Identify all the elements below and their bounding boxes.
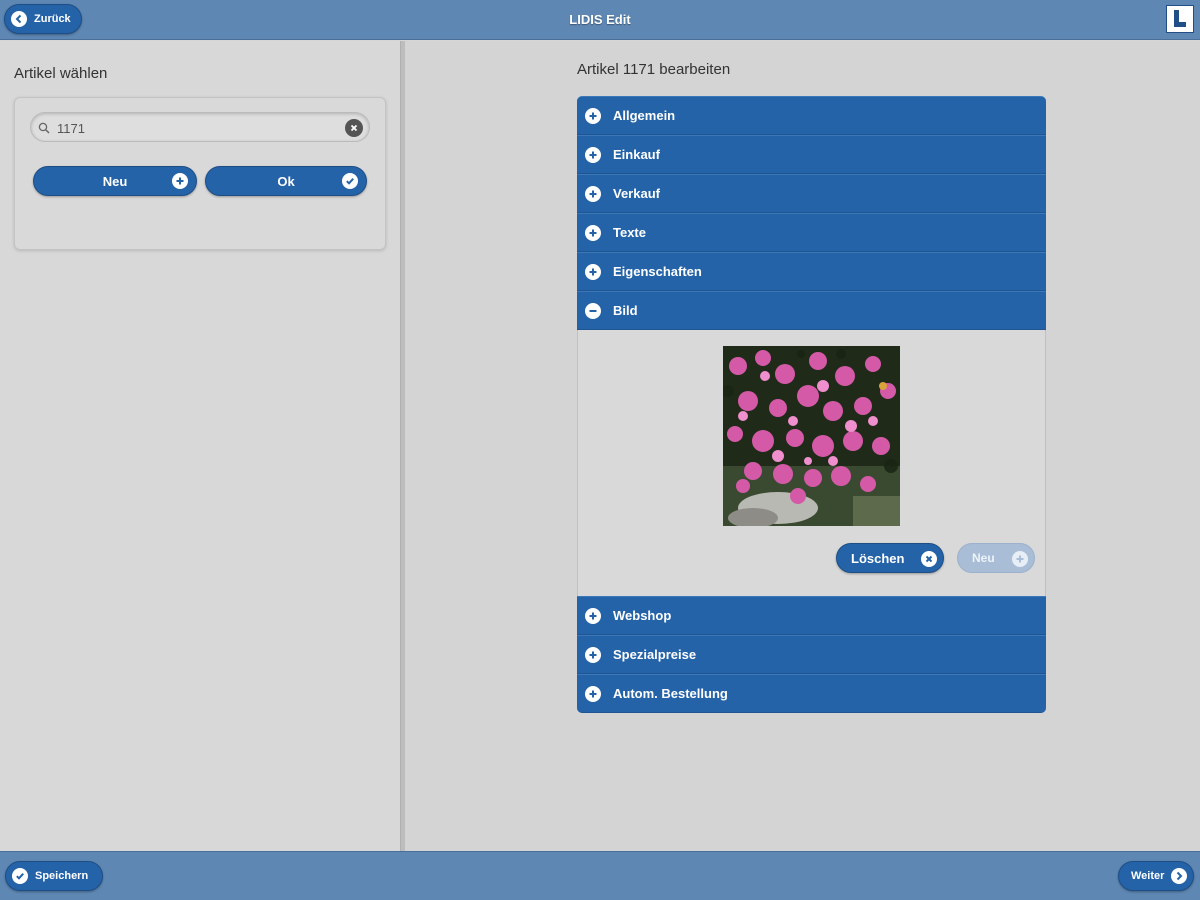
article-edit-pane: Artikel 1171 bearbeiten Allgemein Einkau… bbox=[405, 41, 1200, 851]
section-label: Eigenschaften bbox=[613, 264, 702, 279]
section-bild-content: Löschen Neu bbox=[577, 330, 1046, 596]
new-article-button[interactable]: Neu bbox=[33, 166, 197, 196]
plus-icon bbox=[585, 185, 601, 202]
plus-icon bbox=[585, 107, 601, 124]
save-button[interactable]: Speichern bbox=[5, 861, 103, 891]
article-select-pane: Artikel wählen Neu Ok bbox=[0, 41, 400, 851]
section-label: Spezialpreise bbox=[613, 647, 697, 662]
plus-icon bbox=[585, 224, 601, 241]
plus-icon bbox=[585, 646, 601, 663]
section-bild[interactable]: Bild bbox=[577, 291, 1046, 330]
section-spezialpreise[interactable]: Spezialpreise bbox=[577, 635, 1046, 674]
minus-icon bbox=[585, 302, 601, 319]
save-label: Speichern bbox=[35, 870, 89, 882]
section-label: Bild bbox=[613, 303, 638, 318]
check-icon bbox=[12, 868, 28, 884]
plus-icon bbox=[585, 607, 601, 624]
chevron-right-icon bbox=[1171, 868, 1187, 884]
plus-icon bbox=[585, 263, 601, 280]
section-label: Verkauf bbox=[613, 186, 660, 201]
section-label: Webshop bbox=[613, 608, 672, 623]
section-texte[interactable]: Texte bbox=[577, 213, 1046, 252]
footer-bar: Speichern Weiter bbox=[0, 851, 1200, 900]
edit-accordion: Allgemein Einkauf Verkauf Texte Eigensch… bbox=[577, 96, 1046, 713]
article-image bbox=[723, 346, 900, 526]
delete-image-label: Löschen bbox=[851, 550, 905, 566]
section-label: Allgemein bbox=[613, 108, 676, 123]
app-title: LIDIS Edit bbox=[569, 12, 631, 27]
select-title: Artikel wählen bbox=[14, 65, 108, 82]
section-label: Einkauf bbox=[613, 147, 660, 162]
search-input[interactable] bbox=[57, 119, 337, 137]
delete-image-button[interactable]: Löschen bbox=[836, 543, 944, 573]
clear-search-icon[interactable] bbox=[345, 119, 363, 137]
section-allgemein[interactable]: Allgemein bbox=[577, 96, 1046, 135]
section-webshop[interactable]: Webshop bbox=[577, 596, 1046, 635]
new-article-label: Neu bbox=[102, 173, 128, 189]
section-verkauf[interactable]: Verkauf bbox=[577, 174, 1046, 213]
new-image-label: Neu bbox=[972, 551, 995, 565]
edit-title: Artikel 1171 bearbeiten bbox=[577, 61, 731, 78]
plus-icon bbox=[585, 146, 601, 163]
logo-icon bbox=[1174, 10, 1186, 27]
app-logo bbox=[1166, 5, 1194, 33]
plus-icon bbox=[585, 685, 601, 702]
section-label: Autom. Bestellung bbox=[613, 686, 728, 701]
next-button[interactable]: Weiter bbox=[1118, 861, 1194, 891]
search-field[interactable] bbox=[30, 112, 370, 142]
plus-icon bbox=[172, 173, 188, 189]
ok-button[interactable]: Ok bbox=[205, 166, 367, 196]
flower-photo bbox=[723, 346, 900, 526]
section-label: Texte bbox=[613, 225, 646, 240]
select-card: Neu Ok bbox=[14, 97, 386, 250]
section-autom-bestellung[interactable]: Autom. Bestellung bbox=[577, 674, 1046, 713]
next-label: Weiter bbox=[1131, 870, 1165, 882]
new-image-button[interactable]: Neu bbox=[957, 543, 1035, 573]
header-bar: Zurück LIDIS Edit bbox=[0, 0, 1200, 40]
search-icon bbox=[38, 121, 50, 139]
check-icon bbox=[342, 173, 358, 189]
close-icon bbox=[921, 551, 937, 567]
section-einkauf[interactable]: Einkauf bbox=[577, 135, 1046, 174]
ok-label: Ok bbox=[277, 173, 295, 189]
section-eigenschaften[interactable]: Eigenschaften bbox=[577, 252, 1046, 291]
plus-icon bbox=[1012, 551, 1028, 567]
